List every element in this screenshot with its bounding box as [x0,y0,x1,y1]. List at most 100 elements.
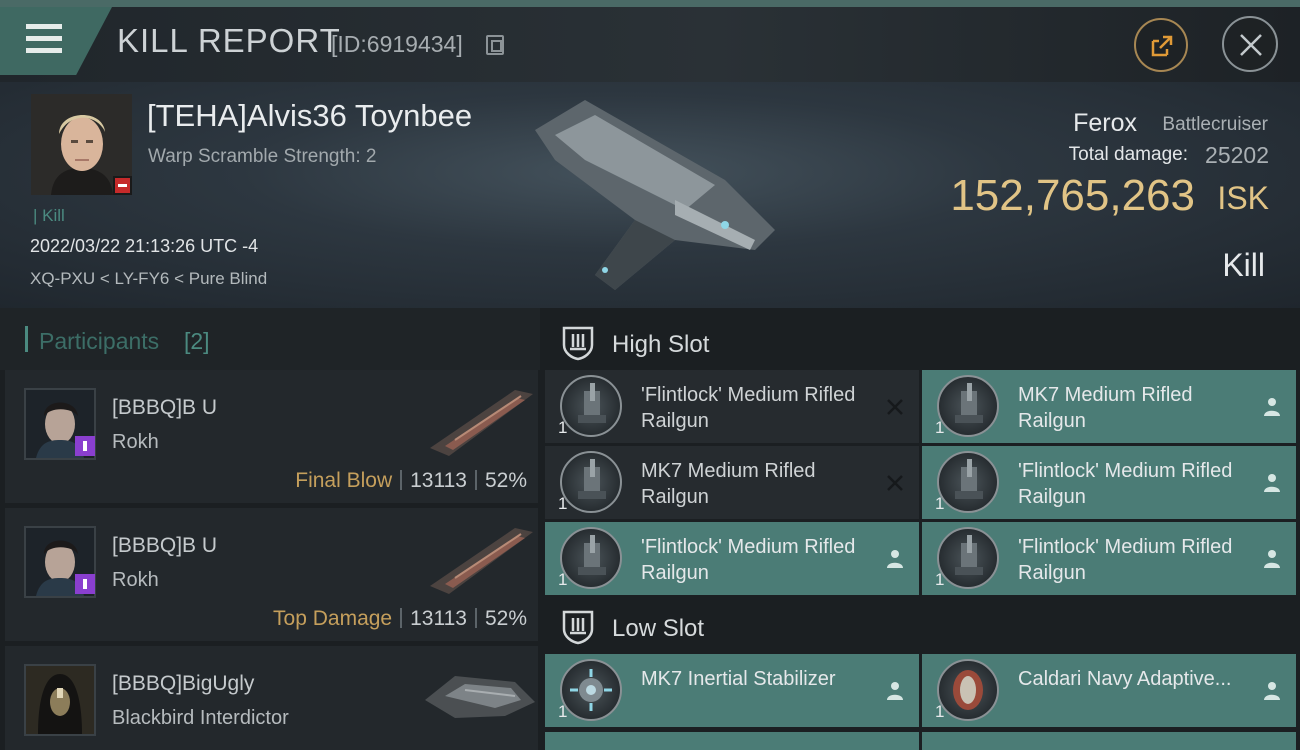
module-quantity: 1 [935,494,945,513]
hamburger-icon-bar [26,48,62,53]
person-icon [1264,398,1280,416]
divider [400,608,403,628]
divider [474,608,477,628]
module-slot[interactable]: 1 MK7 Medium Rifled Railgun [545,446,919,519]
participants-title: Participants [39,328,160,354]
inertial-stabilizer-icon [560,659,622,721]
high-slot-title: High Slot [612,331,710,358]
participant-percent: 52% [484,469,527,492]
share-icon [1151,35,1173,57]
participant-stats: Top Damage 13113 52% [273,607,527,631]
module-name: 'Flintlock' Medium Rifled Railgun [1018,536,1233,584]
participant-portrait-image [26,666,94,734]
page-title: KILL REPORT [117,22,341,59]
report-id[interactable]: [ID:6919434] [331,31,463,58]
armor-hardener-icon [937,659,999,721]
participant-card[interactable]: [BBBQ]B U Rokh Top Damage 13113 52% [5,508,538,641]
module-quantity: 1 [558,494,568,513]
victim-name[interactable]: [TEHA]Alvis36 Toynbee [147,98,472,134]
low-slot-icon [562,610,594,645]
victim-status-badge [113,176,132,195]
divider [400,470,403,490]
participants-header: Participants [2] [0,308,540,370]
final-blow-tag: Final Blow [295,469,393,492]
module-slot[interactable]: 1 Caldari Navy Adaptive... [922,654,1296,727]
participants-panel: Participants [2] [BBBQ]B U Rokh Final Bl… [0,308,540,750]
participant-damage: 13113 [410,607,467,630]
module-name: MK7 Medium Rifled Railgun [1018,384,1193,432]
person-icon [1264,474,1280,492]
victim-banner: [TEHA]Alvis36 Toynbee Warp Scramble Stre… [0,82,1300,308]
participant-percent: 52% [484,607,527,630]
high-slot-header: High Slot [540,313,1300,374]
top-bar: KILL REPORT [ID:6919434] [0,0,1300,82]
module-name: Caldari Navy Adaptive... [1018,668,1232,690]
railgun-icon [560,451,622,513]
participant-ship-image [430,528,533,594]
railgun-icon [937,527,999,589]
module-slot[interactable]: 1 MK7 Inertial Stabilizer [545,654,919,727]
module-quantity: 1 [935,702,945,721]
module-slot[interactable]: 1 'Flintlock' Medium Rifled Railgun [922,446,1296,519]
person-icon [887,550,903,568]
module-slot[interactable]: 1 'Flintlock' Medium Rifled Railgun [545,522,919,595]
kill-result: Kill [1222,247,1265,283]
participant-damage: 13113 [410,469,467,492]
module-quantity: 1 [558,418,568,437]
participant-stats: Final Blow 13113 52% [295,469,527,493]
participant-name[interactable]: [BBBQ]B U [112,534,217,558]
hamburger-icon-bar [26,36,62,41]
total-damage-label: Total damage: [1068,144,1188,165]
kill-tag: | Kill [33,206,65,225]
module-slot[interactable]: 1 MK7 Medium Rifled Railgun [922,370,1296,443]
close-icon [1240,34,1262,56]
section-marker [25,326,28,352]
railgun-icon [937,375,999,437]
low-slot-title: Low Slot [612,615,705,642]
module-quantity: 1 [935,570,945,589]
high-slot-icon [562,326,594,361]
participant-card[interactable]: [BBBQ]B U Rokh Final Blow 13113 52% [5,370,538,503]
module-name: MK7 Inertial Stabilizer [641,668,836,690]
person-icon [1264,682,1280,700]
person-icon [1264,550,1280,568]
railgun-icon [560,375,622,437]
ship-class: Battlecruiser [1162,114,1268,135]
low-slot-header: Low Slot [540,597,1300,658]
isk-value: 152,765,263 [950,171,1195,220]
hamburger-icon [26,24,62,29]
more-modules-row [545,732,1296,750]
module-slot[interactable]: 1 'Flintlock' Medium Rifled Railgun [922,522,1296,595]
close-button[interactable] [1222,16,1278,72]
ship-name[interactable]: Ferox [1073,109,1137,138]
top-damage-tag: Top Damage [273,607,393,630]
module-name: 'Flintlock' Medium Rifled Railgun [641,384,856,432]
victim-ship-image[interactable] [525,90,785,300]
kill-location[interactable]: XQ-PXU < LY-FY6 < Pure Blind [30,269,267,289]
participant-card[interactable]: [BBBQ]BigUgly Blackbird Interdictor [5,646,538,750]
participant-name[interactable]: [BBBQ]BigUgly [112,672,254,696]
menu-button[interactable] [0,7,112,75]
module-quantity: 1 [558,570,568,589]
participant-ship-image [425,676,535,718]
module-slot[interactable]: 1 'Flintlock' Medium Rifled Railgun [545,370,919,443]
participant-name[interactable]: [BBBQ]B U [112,396,217,420]
share-button[interactable] [1134,18,1188,72]
railgun-icon [560,527,622,589]
total-damage-value: 25202 [1205,142,1269,168]
faction-badge-icon [75,436,95,456]
module-quantity: 1 [935,418,945,437]
fitting-panel: High Slot 1 'Flintlock' Medium Rifled Ra… [540,308,1300,750]
participants-count: [2] [184,328,210,354]
participant-ship: Rokh [112,431,159,453]
x-icon [887,475,903,491]
module-name: MK7 Medium Rifled Railgun [641,460,816,508]
person-icon [887,682,903,700]
x-icon [887,399,903,415]
participant-avatar[interactable] [24,664,96,736]
copy-icon[interactable] [486,35,504,55]
divider [474,470,477,490]
warp-scramble-strength: Warp Scramble Strength: 2 [148,146,377,167]
participant-ship: Blackbird Interdictor [112,707,289,729]
participant-ship: Rokh [112,569,159,591]
